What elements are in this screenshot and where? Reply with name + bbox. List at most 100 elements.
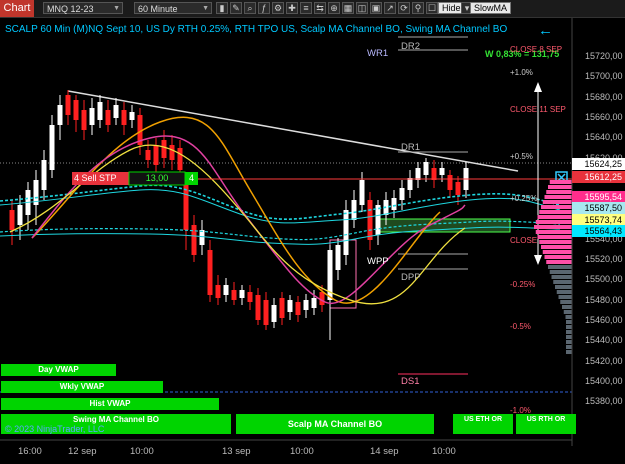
time-tick: 10:00 xyxy=(290,446,314,457)
profile-bar xyxy=(537,215,572,219)
price-tick: 15520,00 xyxy=(585,254,623,264)
profile-bar xyxy=(541,205,572,209)
price-tick: 15680,00 xyxy=(585,91,623,102)
candle-body xyxy=(183,180,189,230)
profile-bar xyxy=(560,300,572,304)
profile-bar xyxy=(546,260,572,264)
candle-body xyxy=(391,198,397,210)
time-tick: 16:00 xyxy=(18,446,42,457)
candle-body xyxy=(359,180,365,205)
candle-body xyxy=(17,205,23,225)
candle-body xyxy=(113,105,119,118)
profile-bar xyxy=(566,325,572,329)
candle-body xyxy=(199,230,205,245)
profile-bar xyxy=(558,295,572,299)
price-tick: 15460,00 xyxy=(585,314,623,325)
price-tick: 15480,00 xyxy=(585,294,623,305)
profile-bar xyxy=(563,310,572,314)
price-tick: 15720,00 xyxy=(585,51,623,61)
profile-bar xyxy=(544,255,572,259)
profile-bar xyxy=(556,290,572,294)
level-dpp: DPP xyxy=(401,272,421,283)
candle-body xyxy=(129,112,135,120)
candle-body xyxy=(97,102,103,120)
time-tick: 14 sep xyxy=(370,446,399,457)
price-tag: 15564,43 xyxy=(572,225,625,237)
pct-plus-025: +0.25% xyxy=(510,194,538,203)
price-tick: 15640,00 xyxy=(585,132,623,143)
candle-body xyxy=(407,178,413,190)
us-rth-or-bar: US RTH OR xyxy=(516,414,576,434)
price-tick: 15420,00 xyxy=(585,355,623,366)
wkly-vwap-bar: Wkly VWAP xyxy=(1,381,163,393)
price-tick: 15500,00 xyxy=(585,274,623,285)
level-ds1: DS1 xyxy=(401,376,420,387)
candle-body xyxy=(431,168,437,180)
profile-bar xyxy=(549,270,572,274)
price-tag: 15612,25 xyxy=(572,171,625,183)
candle-body xyxy=(105,110,111,125)
candle-body xyxy=(81,110,87,130)
profile-bar xyxy=(566,335,572,339)
candle-body xyxy=(247,292,253,302)
price-tick: 15380,00 xyxy=(585,396,623,407)
profile-bar xyxy=(546,190,572,194)
candle-body xyxy=(279,298,285,318)
candle-body xyxy=(439,168,445,175)
profile-bar xyxy=(539,240,572,244)
pct-plus-05: +0.5% xyxy=(510,152,533,161)
candle-body xyxy=(9,210,15,230)
candle-body xyxy=(231,290,237,300)
order-qty[interactable]: 4 xyxy=(185,173,198,183)
time-tick: 10:00 xyxy=(130,446,154,457)
profile-bar xyxy=(542,200,572,204)
candle-body xyxy=(57,105,63,125)
price-tick: 15660,00 xyxy=(585,111,623,122)
profile-bar xyxy=(555,285,572,289)
time-tick: 12 sep xyxy=(68,446,97,457)
day-vwap-bar: Day VWAP xyxy=(1,364,116,376)
profile-bar xyxy=(542,250,572,254)
candle-body xyxy=(455,182,461,195)
time-tick: 10:00 xyxy=(432,446,456,457)
price-tick: 15440,00 xyxy=(585,335,623,346)
profile-bar xyxy=(549,180,572,184)
candle-body xyxy=(215,285,221,298)
chart-title: SCALP 60 Min (M)NQ Sept 10, US Dy RTH 0.… xyxy=(5,24,508,35)
back-arrow-icon[interactable]: ← xyxy=(538,22,553,39)
level-dr1: DR1 xyxy=(401,142,421,153)
profile-bar xyxy=(566,320,572,324)
sell-stop-order-label[interactable]: 4 Sell STP xyxy=(74,173,117,183)
pct-close-prev: CLOSE 8 SEP xyxy=(510,45,563,54)
candle-body xyxy=(41,160,47,190)
candle-body xyxy=(161,140,167,158)
profile-bar xyxy=(566,350,572,354)
profile-bar xyxy=(566,340,572,344)
profile-bar xyxy=(551,275,572,279)
hist-vwap-bar: Hist VWAP xyxy=(1,398,219,410)
candle-body xyxy=(255,295,261,320)
profile-bar xyxy=(544,195,572,199)
profile-bar xyxy=(534,225,572,229)
candle-body xyxy=(177,148,183,170)
candle-body xyxy=(73,100,79,120)
profile-bar xyxy=(562,305,572,309)
level-dr2: DR2 xyxy=(401,41,421,52)
order-price[interactable]: 13,00 xyxy=(129,173,185,183)
candle-body xyxy=(89,108,95,125)
level-wpp: WPP xyxy=(367,256,389,267)
candle-body xyxy=(239,290,245,298)
profile-bar xyxy=(566,330,572,334)
candle-body xyxy=(447,175,453,190)
price-tick: 15400,00 xyxy=(585,375,623,386)
time-tick: 13 sep xyxy=(222,446,251,457)
candle-body xyxy=(207,250,213,295)
candle-body xyxy=(343,210,349,255)
copyright-text: © 2023 NinjaTrader, LLC xyxy=(5,424,105,434)
candle-body xyxy=(65,95,71,115)
candle-body xyxy=(121,110,127,125)
pct-plus-1: +1.0% xyxy=(510,68,533,77)
profile-bar xyxy=(537,235,572,239)
candle-body xyxy=(351,200,357,220)
candle-body xyxy=(223,285,229,295)
